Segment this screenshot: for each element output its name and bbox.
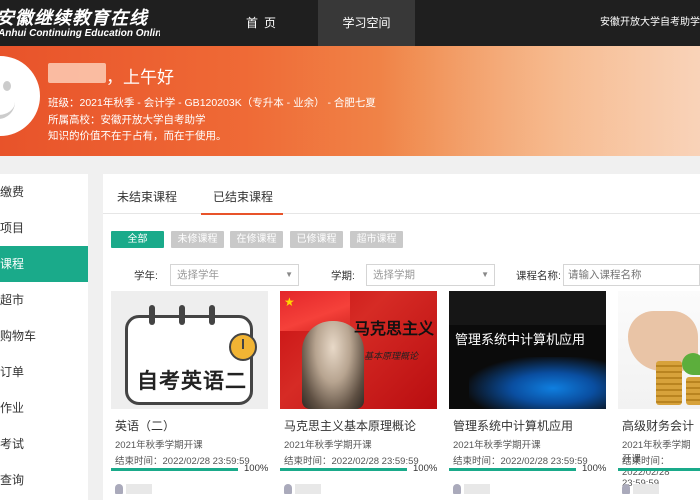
- course-semester: 2021年秋季学期开课: [115, 440, 203, 451]
- user-name-redacted: [48, 63, 106, 83]
- filter-all-button[interactable]: 全部: [111, 231, 164, 248]
- teacher-info: [284, 481, 324, 495]
- progress-percent: 100%: [244, 463, 269, 474]
- sidebar-item-exam[interactable]: 考试: [0, 426, 88, 462]
- progress-percent: 100%: [582, 463, 607, 474]
- sidebar: 缴费 项目 课程 超市 购物车 订单 作业 考试 查询: [0, 174, 88, 500]
- user-icon: [622, 483, 630, 494]
- sidebar-item-homework[interactable]: 作业: [0, 390, 88, 426]
- sidebar-item-course[interactable]: 课程: [0, 246, 88, 282]
- course-title[interactable]: 管理系统中计算机应用: [453, 417, 573, 434]
- course-name-label: 课程名称:: [516, 270, 561, 282]
- course-end-time: 结束时间：2022/02/28 23:59:59: [284, 456, 419, 467]
- sidebar-item-project[interactable]: 项目: [0, 210, 88, 246]
- logo-english-text: Anhui Continuing Education Online: [0, 28, 160, 39]
- course-cover-image[interactable]: ★ 马克思主义 基本原理概论: [280, 291, 437, 409]
- course-title[interactable]: 高级财务会计: [622, 417, 694, 434]
- sidebar-item-payment[interactable]: 缴费: [0, 174, 88, 210]
- year-select-value: 选择学年: [177, 269, 219, 281]
- course-card[interactable]: ★ 马克思主义 基本原理概论 马克思主义基本原理概论 2021年秋季学期开课 结…: [280, 291, 437, 500]
- cover-text: 自考英语二: [137, 370, 247, 393]
- user-icon: [115, 483, 123, 494]
- teacher-info: [453, 481, 493, 495]
- logo-chinese-text: 安徽继续教育在线: [0, 8, 148, 29]
- school-info: 所属高校：安徽开放大学自考助学: [48, 114, 206, 126]
- filter-market-button[interactable]: 超市课程: [350, 231, 403, 248]
- teacher-info: [115, 481, 155, 495]
- sidebar-item-cart[interactable]: 购物车: [0, 318, 88, 354]
- year-label: 学年:: [134, 270, 158, 282]
- course-card[interactable]: 自考英语二 英语（二） 2021年秋季学期开课 结束时间：2022/02/28 …: [111, 291, 268, 500]
- progress-percent: 100%: [413, 463, 438, 474]
- term-label: 学期:: [331, 270, 355, 282]
- motto: 知识的价值不在于占有，而在于使用。: [48, 130, 227, 142]
- course-name-input[interactable]: [563, 264, 700, 286]
- course-title[interactable]: 马克思主义基本原理概论: [284, 417, 416, 434]
- sidebar-item-query[interactable]: 查询: [0, 462, 88, 498]
- course-card[interactable]: 高级财务会计 2021年秋季学期开课 结束时间：2022/02/28 23:59…: [618, 291, 700, 500]
- coins-graphic: [656, 361, 682, 405]
- sidebar-item-orders[interactable]: 订单: [0, 354, 88, 390]
- progress-bar: [618, 468, 700, 471]
- user-icon: [284, 483, 292, 494]
- course-panel: 未结束课程 已结束课程 全部 未修课程 在修课程 已修课程 超市课程 学年: 选…: [103, 174, 700, 500]
- avatar[interactable]: [0, 56, 40, 136]
- course-tabs: 未结束课程 已结束课程: [103, 174, 700, 215]
- plant-graphic: [682, 353, 700, 375]
- filter-studied-button[interactable]: 已修课程: [290, 231, 343, 248]
- user-icon: [453, 483, 461, 494]
- progress-bar: [449, 468, 576, 471]
- chevron-down-icon: ▼: [481, 270, 489, 279]
- course-card[interactable]: 管理系统中计算机应用 管理系统中计算机应用 2021年秋季学期开课 结束时间：2…: [449, 291, 606, 500]
- welcome-banner: ，上午好 班级：2021年秋季 - 会计学 - GB120203K（专升本 - …: [0, 46, 700, 156]
- cover-text: 管理系统中计算机应用: [455, 332, 586, 347]
- nav-home-label: 首页: [245, 16, 282, 30]
- glow-graphic: [469, 357, 606, 409]
- top-navbar: 安徽继续教育在线 Anhui Continuing Education Onli…: [0, 0, 700, 46]
- course-cover-image[interactable]: 管理系统中计算机应用: [449, 291, 606, 409]
- nav-home[interactable]: 首页: [210, 0, 318, 46]
- clock-icon: [229, 333, 257, 361]
- chevron-down-icon: ▼: [285, 270, 293, 279]
- teacher-info: [622, 481, 662, 495]
- cover-subtext: 基本原理概论: [364, 351, 419, 361]
- school-name[interactable]: 安徽开放大学自考助学: [600, 0, 700, 46]
- greeting-text: ，上午好: [106, 68, 174, 87]
- sidebar-item-market[interactable]: 超市: [0, 282, 88, 318]
- course-end-time: 结束时间：2022/02/28 23:59:59: [115, 456, 250, 467]
- year-select[interactable]: 选择学年 ▼: [170, 264, 299, 286]
- tab-ongoing-courses[interactable]: 未结束课程: [117, 188, 177, 205]
- course-semester: 2021年秋季学期开课: [284, 440, 372, 451]
- filter-studying-button[interactable]: 在修课程: [230, 231, 283, 248]
- class-info: 班级：2021年秋季 - 会计学 - GB120203K（专升本 - 业余） -…: [48, 97, 376, 109]
- nav-study-space[interactable]: 学习空间: [318, 0, 415, 46]
- coins-graphic: [686, 377, 700, 405]
- term-select-value: 选择学期: [373, 269, 415, 281]
- course-semester: 2021年秋季学期开课: [453, 440, 541, 451]
- site-logo[interactable]: 安徽继续教育在线 Anhui Continuing Education Onli…: [0, 0, 160, 46]
- term-select[interactable]: 选择学期 ▼: [366, 264, 495, 286]
- progress-bar: [111, 468, 238, 471]
- course-title[interactable]: 英语（二）: [115, 417, 175, 434]
- star-icon: ★: [284, 295, 295, 309]
- tab-finished-courses[interactable]: 已结束课程: [200, 188, 284, 215]
- course-end-time: 结束时间：2022/02/28 23:59:59: [453, 456, 588, 467]
- cover-text: 马克思主义: [354, 319, 435, 338]
- course-cover-image[interactable]: [618, 291, 700, 409]
- filter-unstudied-button[interactable]: 未修课程: [171, 231, 224, 248]
- progress-bar: [280, 468, 407, 471]
- notepad-rings: [141, 305, 241, 325]
- course-cover-image[interactable]: 自考英语二: [111, 291, 268, 409]
